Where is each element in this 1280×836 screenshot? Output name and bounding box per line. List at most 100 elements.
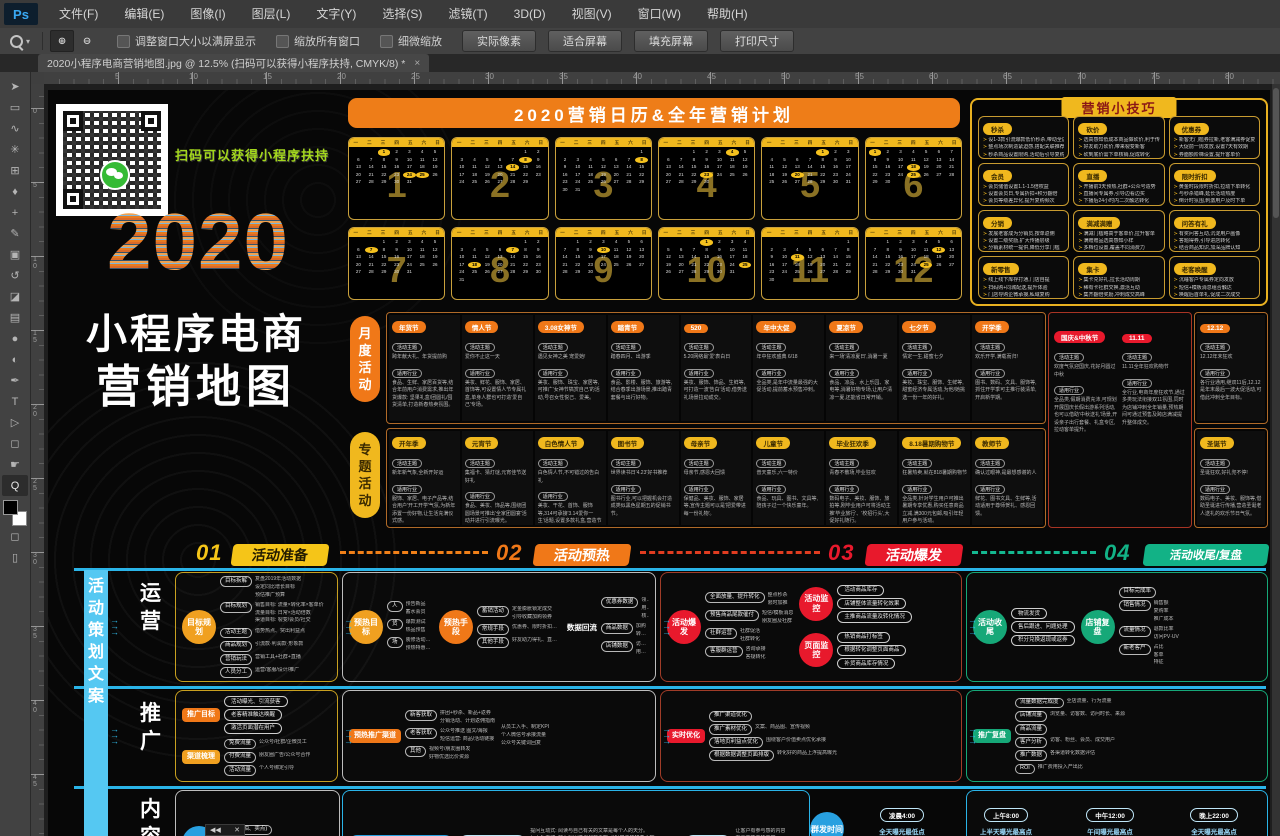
phase-number-04: 04	[1104, 540, 1130, 566]
checkbox-icon[interactable]	[276, 35, 289, 48]
lasso-tool-icon[interactable]: ∿	[2, 118, 28, 139]
flow-arrows-icon: →→→	[110, 617, 119, 635]
bullet-icon: ≻	[983, 238, 987, 244]
day-number: 22	[378, 262, 391, 269]
eyedropper-tool-icon[interactable]: ♦	[2, 181, 28, 202]
eraser-tool-icon[interactable]: ◪	[2, 286, 28, 307]
day-number: 9	[881, 157, 894, 164]
day-number: 30	[390, 179, 403, 186]
branch-label: 人员分工	[220, 667, 252, 678]
clone-stamp-tool-icon[interactable]: ▣	[2, 244, 28, 265]
path-select-tool-icon[interactable]: ▷	[2, 412, 28, 433]
day-number: 2	[894, 239, 907, 246]
day-number: 28	[675, 179, 688, 186]
menu-item-6[interactable]: 滤镜(T)	[435, 0, 500, 28]
document-tab[interactable]: 2020小程序电商营销地图.jpg @ 12.5% (扫码可以获得小程序扶持, …	[38, 54, 429, 72]
mini-close-icon[interactable]: ✕	[234, 826, 240, 834]
checkbox-icon[interactable]	[117, 35, 130, 48]
marquee-tool-icon[interactable]: ▭	[2, 97, 28, 118]
menu-items: 文件(F)编辑(E)图像(I)图层(L)文字(Y)选择(S)滤镜(T)3D(D)…	[46, 0, 761, 28]
tip-label: 直播	[1078, 170, 1107, 182]
scrollbar-thumb[interactable]	[1273, 88, 1279, 218]
options-checkboxes: 调整窗口大小以满屏显示 缩放所有窗口 细微缩放	[107, 33, 452, 49]
weekday-label: 三	[484, 140, 489, 146]
vertical-scrollbar[interactable]	[1272, 84, 1280, 836]
color-swatches[interactable]	[3, 500, 27, 526]
theme-label: 活动主题	[1054, 353, 1084, 362]
month-weekday-header: 一二三四五六日	[762, 228, 857, 237]
branch-label: 新老客户	[1119, 644, 1151, 655]
menu-item-10[interactable]: 帮助(H)	[694, 0, 761, 28]
type-tool-icon[interactable]: T	[2, 391, 28, 412]
weekday-label: 四	[911, 230, 916, 236]
tip-label: 分销	[983, 217, 1012, 229]
collapse-icon[interactable]: ◀◀	[210, 826, 221, 834]
activity-item: 8.18暑期购物节活动主题狂暑热卖,就在818暑期购物节适用行业全品类,针对学生…	[899, 431, 970, 525]
move-tool-icon[interactable]: ➤	[2, 76, 28, 97]
day-number: 18	[765, 172, 778, 179]
day-number: 27	[352, 269, 365, 276]
send-time-value: 中午12:00	[1086, 808, 1134, 822]
healing-brush-tool-icon[interactable]: +	[2, 202, 28, 223]
screen-mode-icon[interactable]: ▯	[2, 547, 28, 568]
month-weekday-header: 一二三四五六日	[866, 228, 961, 237]
dodge-tool-icon[interactable]: ◐	[2, 349, 28, 370]
pen-tool-icon[interactable]: ✒	[2, 370, 28, 391]
mini-panel-controls[interactable]: ◀◀ ✕	[205, 824, 245, 836]
vertical-ruler[interactable]: 051015202530354045	[31, 84, 45, 836]
bullet-icon: ≻	[1078, 152, 1082, 158]
menu-item-5[interactable]: 选择(S)	[369, 0, 435, 28]
menu-item-7[interactable]: 3D(D)	[501, 0, 559, 28]
day-number: 12	[481, 254, 494, 261]
bullet-icon: ≻	[983, 152, 987, 158]
activity-theme: 5.20网络最'爱'表白日	[684, 354, 749, 362]
blur-tool-icon[interactable]: ●	[2, 328, 28, 349]
tool-preset-caret-icon[interactable]: ▾	[26, 37, 30, 46]
month-card-6: 一二三四五六日612345678910111213141516171819202…	[865, 137, 962, 220]
menu-item-1[interactable]: 编辑(E)	[111, 0, 177, 28]
mindmap-section: 实时优化推广渠道优化推广素材优化文案、商品图、宣传视频落地页利益点优化围绕客户价…	[667, 711, 837, 761]
branch-item: 渠道目标: 裂变/会员/社交	[255, 617, 324, 625]
brush-tool-icon[interactable]: ✎	[2, 223, 28, 244]
day-blank	[365, 149, 378, 156]
zoom-in-toggle[interactable]: ⊕	[50, 30, 74, 52]
bullet-icon: ≻	[983, 198, 987, 204]
gradient-tool-icon[interactable]: ▤	[2, 307, 28, 328]
zoom-out-toggle[interactable]: ⊖	[76, 31, 98, 51]
branch-item: 从员工入手、制定KPI	[501, 724, 549, 732]
menu-item-8[interactable]: 视图(V)	[559, 0, 625, 28]
option-button-3[interactable]: 打印尺寸	[720, 30, 794, 52]
day-number: 3	[571, 157, 584, 164]
tab-close-icon[interactable]: ×	[414, 58, 420, 69]
foreground-color-swatch[interactable]	[3, 500, 18, 515]
option-checkbox-2[interactable]: 细微缩放	[380, 33, 442, 49]
activity-name: 儿童节	[756, 437, 790, 449]
day-number: 29	[869, 179, 882, 186]
option-button-2[interactable]: 填充屏幕	[634, 30, 708, 52]
quick-mask-icon[interactable]: ◻	[2, 526, 28, 547]
quick-select-tool-icon[interactable]: ✳	[2, 139, 28, 160]
hand-tool-icon[interactable]: ☛	[2, 454, 28, 475]
day-number: 3	[778, 247, 791, 254]
menu-item-3[interactable]: 图层(L)	[239, 0, 304, 28]
history-brush-tool-icon[interactable]: ↺	[2, 265, 28, 286]
mindmap-section: 活动收尾物流发货售后跟进、问题处理积分兑换返现或返券	[973, 607, 1075, 647]
option-checkbox-0[interactable]: 调整窗口大小以满屏显示	[117, 33, 256, 49]
option-checkbox-1[interactable]: 缩放所有窗口	[276, 33, 360, 49]
shape-tool-icon[interactable]: ◻	[2, 433, 28, 454]
flow-arrows-icon: →→→	[344, 726, 353, 744]
option-button-1[interactable]: 适合屏幕	[548, 30, 622, 52]
bullet-icon: ≻	[1078, 191, 1082, 197]
canvas-area[interactable]: 扫码可以获得小程序扶持 2020 小程序电商 营销地图 2020营销日历&全年营…	[44, 84, 1280, 836]
zoom-tool-icon[interactable]: Q	[2, 475, 28, 496]
branch-item: 文案、商品图、宣传视频	[755, 724, 810, 732]
menu-item-0[interactable]: 文件(F)	[46, 0, 111, 28]
weekday-label: 六	[732, 230, 737, 236]
checkbox-icon[interactable]	[380, 35, 393, 48]
option-button-0[interactable]: 实际像素	[462, 30, 536, 52]
menu-item-4[interactable]: 文字(Y)	[303, 0, 369, 28]
menu-item-9[interactable]: 窗口(W)	[625, 0, 694, 28]
zoom-tool-icon[interactable]	[10, 35, 23, 48]
crop-tool-icon[interactable]: ⊞	[2, 160, 28, 181]
menu-item-2[interactable]: 图像(I)	[177, 0, 238, 28]
